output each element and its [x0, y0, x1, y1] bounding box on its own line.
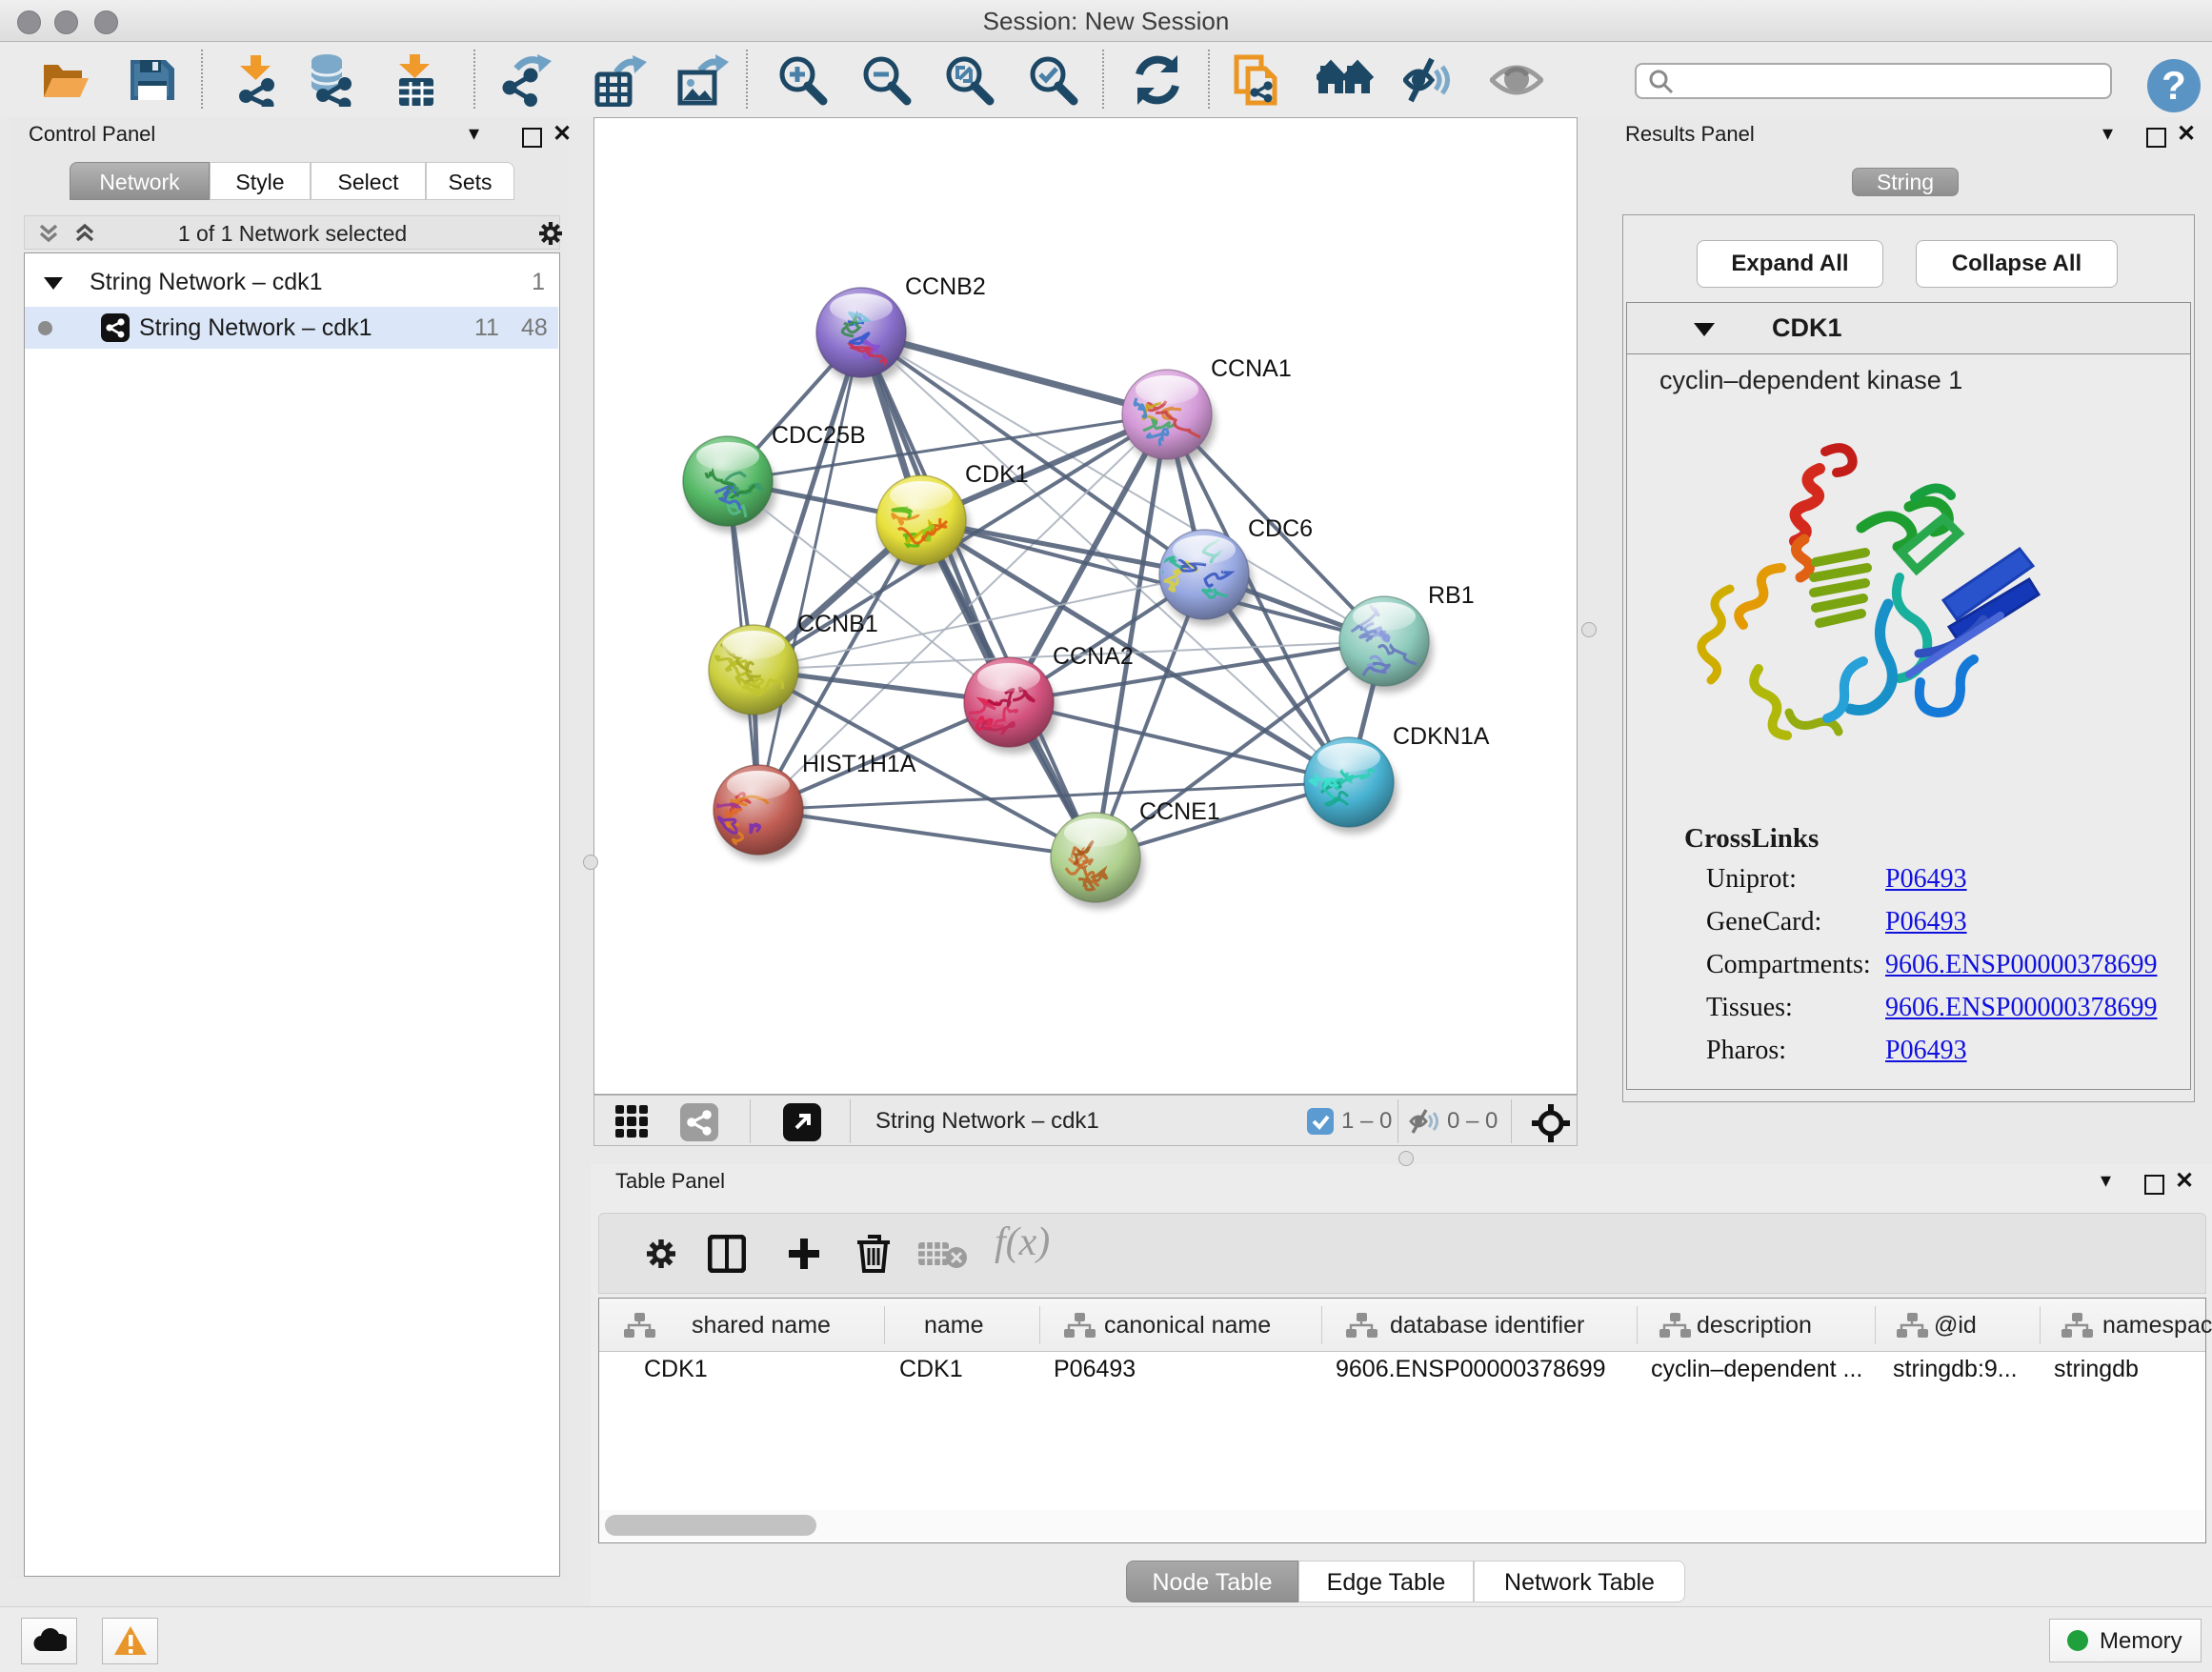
svg-text:?: ? — [2162, 63, 2186, 108]
svg-text:CDKN1A: CDKN1A — [1393, 723, 1490, 750]
svg-text:CDC6: CDC6 — [1248, 515, 1313, 542]
svg-text:HIST1H1A: HIST1H1A — [802, 751, 916, 777]
svg-text:CCNA1: CCNA1 — [1211, 355, 1292, 382]
svg-text:RB1: RB1 — [1428, 582, 1475, 609]
svg-text:CCNB2: CCNB2 — [905, 273, 986, 300]
svg-text:CCNA2: CCNA2 — [1053, 643, 1134, 670]
svg-text:CDK1: CDK1 — [965, 461, 1029, 488]
svg-text:CCNE1: CCNE1 — [1139, 798, 1220, 825]
svg-text:CCNB1: CCNB1 — [797, 611, 878, 637]
svg-text:CDC25B: CDC25B — [772, 422, 866, 449]
